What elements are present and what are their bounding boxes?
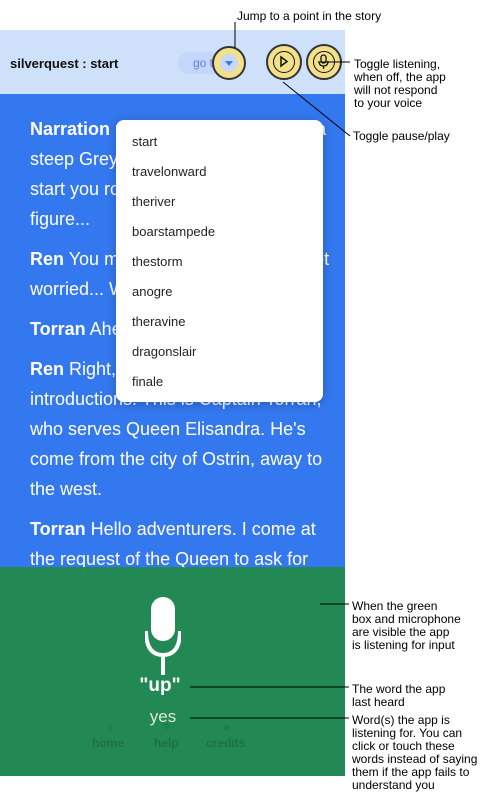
annotation-heard: The word the app last heard <box>352 682 446 709</box>
annotation-words: Word(s) the app is listening for. You ca… <box>352 713 478 792</box>
annotation-jump: Jump to a point in the story <box>237 9 382 23</box>
annotation-green-box: When the green box and microphone are vi… <box>352 599 461 652</box>
annotation-lines <box>190 22 351 719</box>
annotation-toggle-listening: Toggle listening, when off, the app will… <box>354 57 446 110</box>
annotation-toggle-pause: Toggle pause/play <box>353 129 450 143</box>
